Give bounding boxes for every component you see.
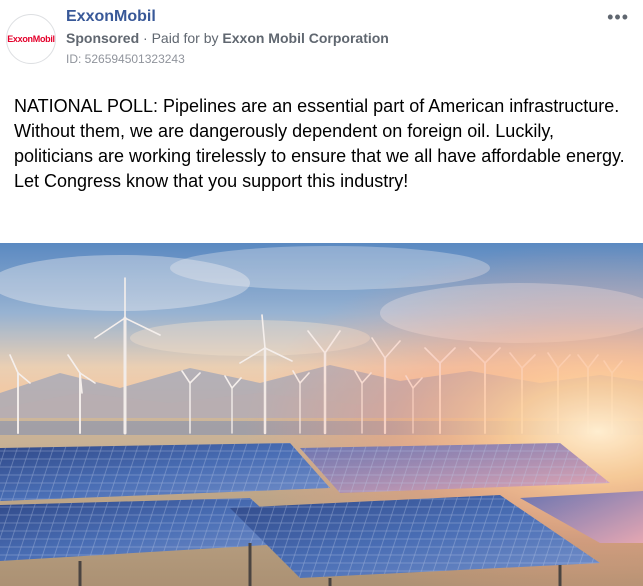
separator-dot: · bbox=[143, 30, 148, 46]
advertiser-logo[interactable]: ExxonMobil bbox=[6, 14, 56, 64]
wind-solar-illustration bbox=[0, 243, 643, 586]
ad-image[interactable] bbox=[0, 243, 643, 586]
more-options-icon[interactable]: ••• bbox=[607, 8, 629, 26]
advertiser-name[interactable]: ExxonMobil bbox=[66, 8, 156, 26]
ad-body-text: NATIONAL POLL: Pipelines are an essentia… bbox=[14, 96, 625, 191]
sponsored-line: Sponsored · Paid for by Exxon Mobil Corp… bbox=[66, 30, 389, 46]
paid-for-prefix: Paid for by bbox=[151, 30, 219, 46]
ad-id: ID: 526594501323243 bbox=[66, 52, 185, 66]
sponsored-label: Sponsored bbox=[66, 30, 140, 46]
logo-wordmark: ExxonMobil bbox=[7, 34, 55, 44]
ad-header: ExxonMobil ExxonMobil Sponsored · Paid f… bbox=[0, 0, 643, 80]
paid-for-by-name: Exxon Mobil Corporation bbox=[222, 30, 389, 46]
